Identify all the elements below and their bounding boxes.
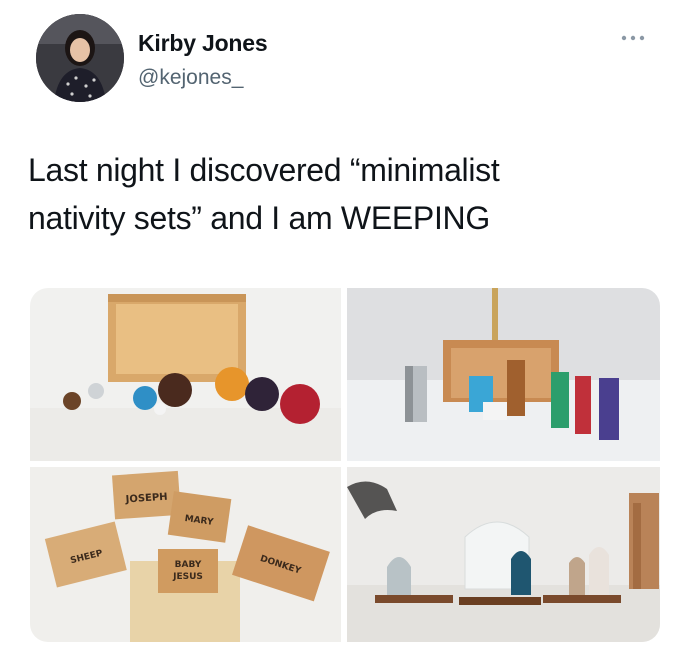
photo-glass-arches[interactable] (347, 467, 660, 642)
tweet-text: Last night I discovered “minimalist nati… (28, 146, 648, 242)
photo-box-and-balls[interactable] (30, 288, 341, 461)
more-options-icon[interactable] (620, 30, 646, 41)
tweet-text-line-2: nativity sets” and I am WEEPING (28, 200, 490, 236)
photo-labeled-blocks[interactable]: JOSEPH MARY SHEEP BABY JESUS DONKEY (30, 467, 341, 642)
label-baby: BABY (175, 560, 202, 570)
avatar-photo (36, 14, 124, 102)
label-jesus: JESUS (172, 572, 203, 582)
avatar[interactable] (36, 14, 124, 102)
display-name[interactable]: Kirby Jones (138, 30, 268, 57)
photo-grid: JOSEPH MARY SHEEP BABY JESUS DONKEY (30, 288, 660, 642)
user-handle[interactable]: @kejones_ (138, 66, 243, 90)
photo-colored-blocks[interactable] (347, 288, 660, 461)
tweet-text-line-1: Last night I discovered “minimalist (28, 152, 500, 188)
